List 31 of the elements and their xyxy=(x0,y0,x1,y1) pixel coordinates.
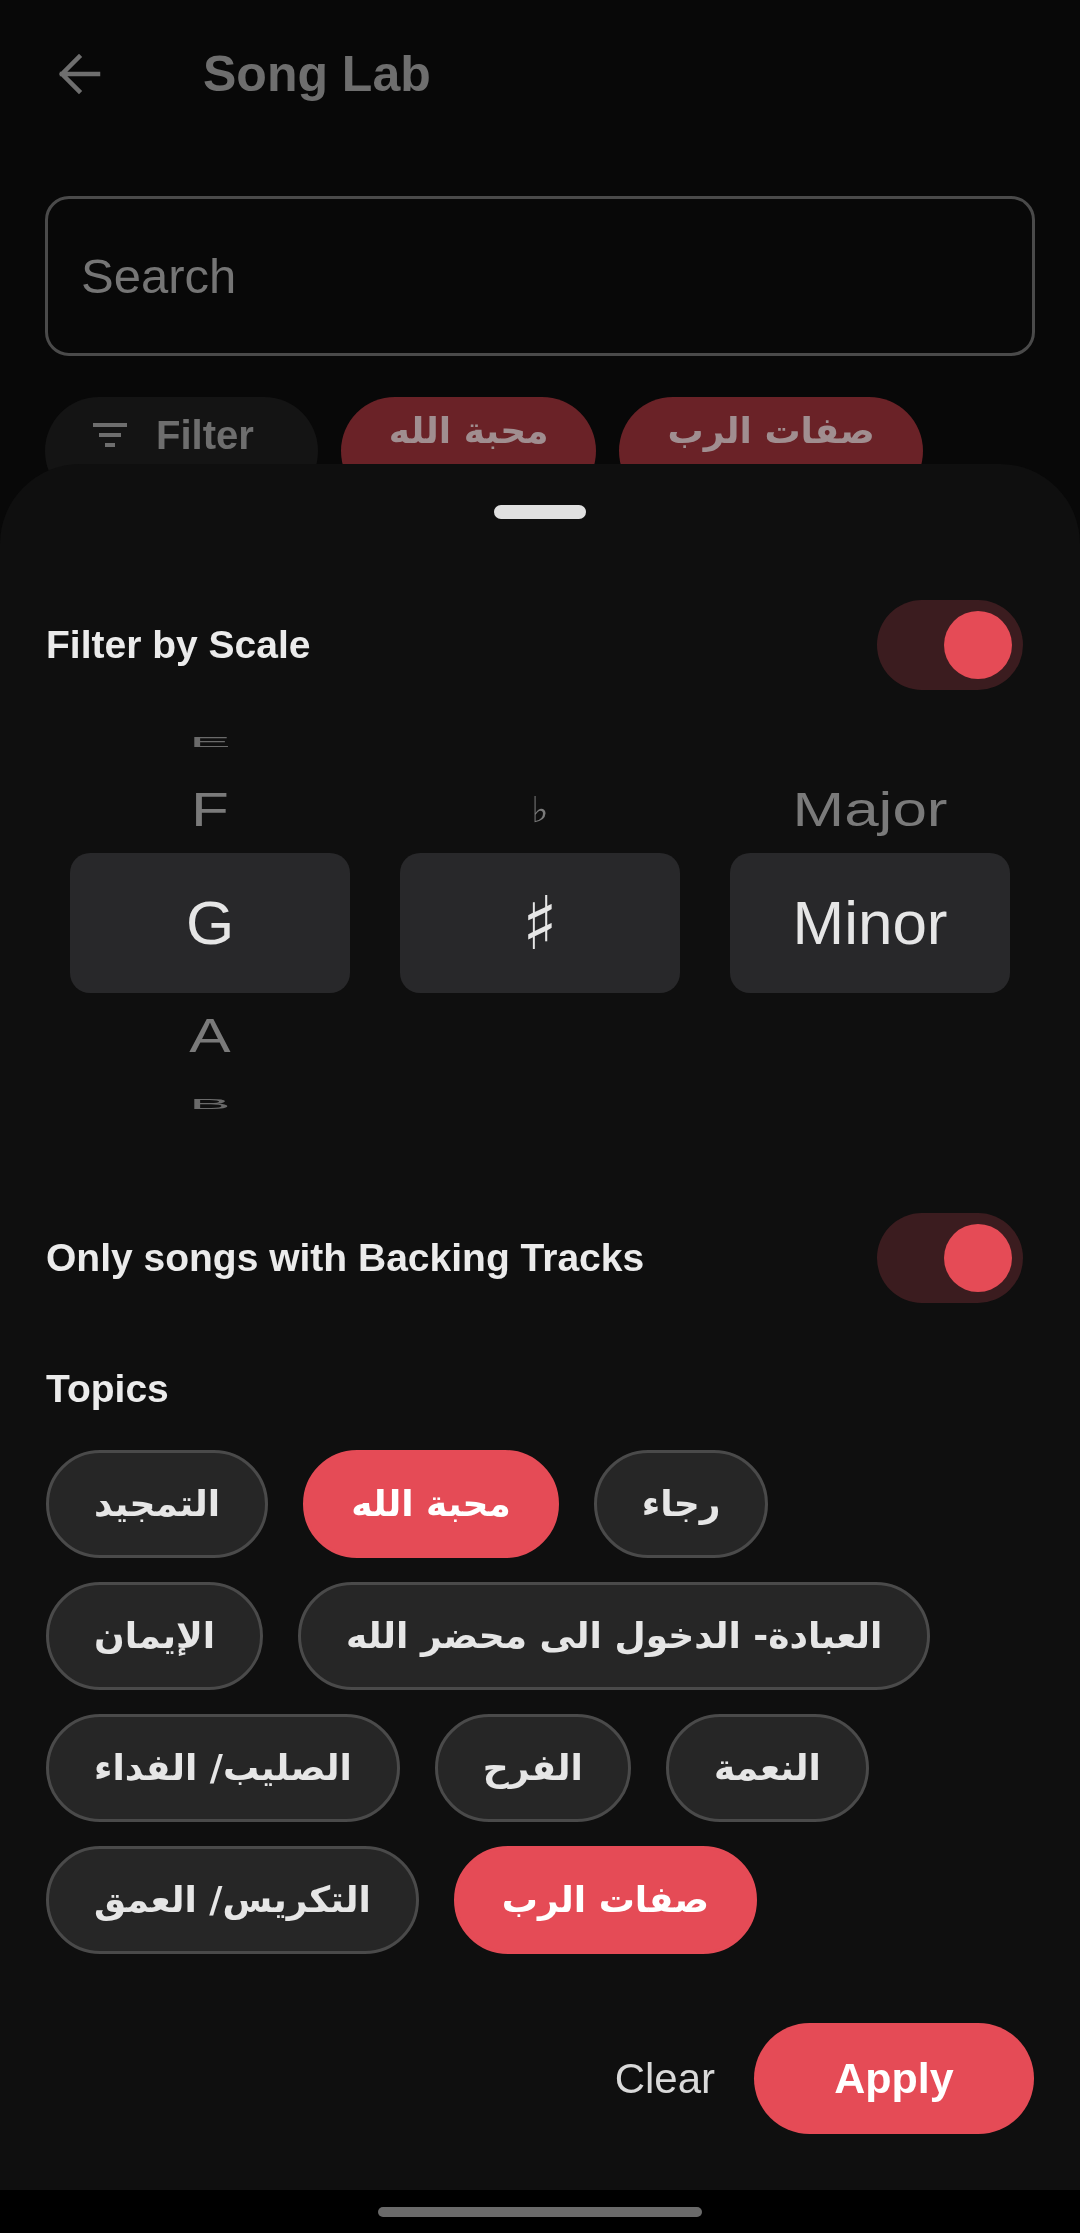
topic-chip[interactable]: الفرح xyxy=(434,1714,631,1822)
topic-chip[interactable]: العبادة- الدخول الى محضر الله xyxy=(298,1582,931,1690)
picker-option[interactable]: Major xyxy=(792,785,948,835)
back-arrow-icon xyxy=(56,52,102,96)
search-field[interactable]: Search xyxy=(45,196,1035,356)
picker-option[interactable]: A xyxy=(189,1011,231,1061)
clear-button[interactable]: Clear xyxy=(594,2023,735,2134)
back-button[interactable] xyxy=(56,52,102,96)
picker-selected-option[interactable]: G xyxy=(70,853,350,993)
topics-heading: Topics xyxy=(46,1369,169,1408)
topic-chip[interactable]: محبة الله xyxy=(303,1450,559,1558)
topic-chip[interactable]: النعمة xyxy=(665,1714,869,1822)
picker-option[interactable]: ♭ xyxy=(531,792,549,828)
filter-icon xyxy=(93,423,127,447)
topic-chip[interactable]: صفات الرب xyxy=(453,1846,758,1954)
app-title: Song Lab xyxy=(203,49,431,99)
picker-option[interactable]: E xyxy=(189,734,231,750)
topic-chip[interactable]: التكريس/ العمق xyxy=(46,1846,419,1954)
topic-chip[interactable]: رجاء xyxy=(593,1450,769,1558)
picker-selected-option[interactable]: ♯ xyxy=(400,853,680,993)
topic-chip[interactable]: الإيمان xyxy=(46,1582,264,1690)
topic-chip[interactable]: التمجيد xyxy=(46,1450,269,1558)
picker-option[interactable]: F xyxy=(191,785,229,835)
backing-tracks-label: Only songs with Backing Tracks xyxy=(46,1234,645,1281)
picker-option[interactable]: B xyxy=(189,1096,231,1112)
picker-selected-option[interactable]: Minor xyxy=(730,853,1010,993)
apply-button[interactable]: Apply xyxy=(754,2023,1034,2134)
home-indicator[interactable] xyxy=(378,2206,702,2217)
drag-handle[interactable] xyxy=(494,505,586,519)
scale-filter-label: Filter by Scale xyxy=(46,621,311,668)
topic-chip[interactable]: الصليب/ الفداء xyxy=(46,1714,400,1822)
